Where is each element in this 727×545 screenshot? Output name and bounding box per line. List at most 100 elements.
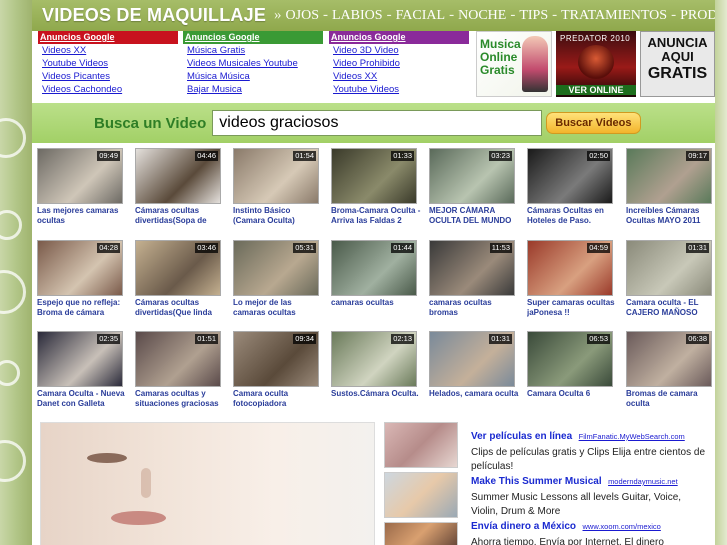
video-title-link[interactable]: Espejo que no refleja: Broma de cámara xyxy=(37,298,127,318)
video-thumbnail[interactable]: 02:50 xyxy=(527,148,613,204)
video-title-link[interactable]: MEJOR CÁMARA OCULTA DEL MUNDO xyxy=(429,206,519,226)
ad-link[interactable]: Videos Picantes xyxy=(38,70,178,83)
ad-link[interactable]: Video 3D Video xyxy=(329,44,469,57)
nav-facial[interactable]: FACIAL xyxy=(396,8,446,24)
search-input[interactable] xyxy=(212,110,543,136)
video-title-link[interactable]: Super camaras ocultas jaPonesa !! xyxy=(527,298,617,318)
ads-heading[interactable]: Anuncios Google xyxy=(38,31,178,44)
anuncia-aqui-banner[interactable]: ANUNCIA AQUI GRATIS xyxy=(640,31,715,97)
video-item[interactable]: 03:46 Cámaras ocultas divertidas(Que lind… xyxy=(135,240,225,318)
video-item[interactable]: 02:13 Sustos.Cámara Oculta. xyxy=(331,331,421,409)
side-thumbnail[interactable] xyxy=(384,422,458,468)
predator-banner[interactable]: PREDATOR 2010 VER ONLINE xyxy=(556,31,636,97)
video-item[interactable]: 09:34 Camara oculta fotocopiadora xyxy=(233,331,323,409)
video-thumbnail[interactable]: 01:33 xyxy=(331,148,417,204)
ad-link[interactable]: Bajar Musica xyxy=(183,83,323,96)
video-item[interactable]: 01:51 Camaras ocultas y situaciones graci… xyxy=(135,331,225,409)
nav-tips[interactable]: TIPS xyxy=(519,8,548,24)
site-title[interactable]: VIDEOS DE MAQUILLAJE xyxy=(42,5,266,26)
ad-link[interactable]: Video Prohibido xyxy=(329,57,469,70)
video-thumbnail[interactable]: 01:44 xyxy=(331,240,417,296)
video-title-link[interactable]: camaras ocultas bromas xyxy=(429,298,519,318)
video-title-link[interactable]: Camaras ocultas y situaciones graciosas xyxy=(135,389,225,409)
video-title-link[interactable]: Instinto Básico (Camara Oculta) xyxy=(233,206,323,226)
video-title-link[interactable]: Camara oculta fotocopiadora xyxy=(233,389,323,409)
ad-title-link[interactable]: Make This Summer Musical xyxy=(471,476,602,487)
video-item[interactable]: 04:46 Cámaras ocultas divertidas(Sopa de xyxy=(135,148,225,226)
nav-labios[interactable]: LABIOS xyxy=(332,8,383,24)
video-item[interactable]: 01:31 Helados, camara oculta xyxy=(429,331,519,409)
ad-link[interactable]: Música Gratis xyxy=(183,44,323,57)
ad-link[interactable]: Videos XX xyxy=(329,70,469,83)
video-title-link[interactable]: Broma-Camara Oculta - Arriva las Faldas … xyxy=(331,206,421,226)
ads-heading[interactable]: Anuncios Google xyxy=(329,31,469,44)
video-title-link[interactable]: Sustos.Cámara Oculta. xyxy=(331,389,421,409)
video-thumbnail[interactable]: 04:46 xyxy=(135,148,221,204)
video-title-link[interactable]: Cámaras Ocultas en Hoteles de Paso. xyxy=(527,206,617,226)
nav-productos[interactable]: PRODUCTOS xyxy=(680,8,715,24)
video-thumbnail[interactable]: 06:53 xyxy=(527,331,613,387)
video-thumbnail[interactable]: 01:31 xyxy=(626,240,712,296)
video-item[interactable]: 05:31 Lo mejor de las camaras ocultas xyxy=(233,240,323,318)
video-item[interactable]: 09:49 Las mejores camaras ocultas xyxy=(37,148,127,226)
video-title-link[interactable]: Helados, camara oculta xyxy=(429,389,519,409)
video-item[interactable]: 01:54 Instinto Básico (Camara Oculta) xyxy=(233,148,323,226)
search-button[interactable]: Buscar Videos xyxy=(546,112,641,134)
nav-noche[interactable]: NOCHE xyxy=(458,8,506,24)
video-thumbnail[interactable]: 02:35 xyxy=(37,331,123,387)
video-item[interactable]: 04:59 Super camaras ocultas jaPonesa !! xyxy=(527,240,617,318)
video-thumbnail[interactable]: 04:28 xyxy=(37,240,123,296)
ad-url-link[interactable]: FilmFanatic.MyWebSearch.com xyxy=(579,432,685,441)
video-thumbnail[interactable]: 09:49 xyxy=(37,148,123,204)
video-thumbnail[interactable]: 09:34 xyxy=(233,331,319,387)
side-thumbnail[interactable] xyxy=(384,472,458,518)
video-title-link[interactable]: Camara Oculta 6 xyxy=(527,389,617,409)
video-title-link[interactable]: Camara oculta - EL CAJERO MAÑOSO xyxy=(626,298,716,318)
ad-title-link[interactable]: Envía dinero a México xyxy=(471,521,576,532)
video-title-link[interactable]: Cámaras ocultas divertidas(Sopa de xyxy=(135,206,225,226)
side-thumbnail[interactable] xyxy=(384,522,458,545)
ad-url-link[interactable]: www.xoom.com/mexico xyxy=(583,522,661,531)
video-item[interactable]: 06:53 Camara Oculta 6 xyxy=(527,331,617,409)
ad-link[interactable]: Videos Cachondeo xyxy=(38,83,178,96)
video-thumbnail[interactable]: 05:31 xyxy=(233,240,319,296)
ads-heading[interactable]: Anuncios Google xyxy=(183,31,323,44)
video-thumbnail[interactable]: 04:59 xyxy=(527,240,613,296)
video-item[interactable]: 01:44 camaras ocultas xyxy=(331,240,421,318)
video-title-link[interactable]: Bromas de camara oculta xyxy=(626,389,716,409)
video-thumbnail[interactable]: 01:31 xyxy=(429,331,515,387)
nav-ojos[interactable]: OJOS xyxy=(286,8,319,24)
ad-url-link[interactable]: moderndaymusic.net xyxy=(608,477,678,486)
ad-link[interactable]: Música Música xyxy=(183,70,323,83)
video-title-link[interactable]: Las mejores camaras ocultas xyxy=(37,206,127,226)
ad-link[interactable]: Videos Musicales Youtube xyxy=(183,57,323,70)
video-thumbnail[interactable]: 03:46 xyxy=(135,240,221,296)
music-online-banner[interactable]: Musica Online Gratis xyxy=(476,31,552,97)
video-item[interactable]: 04:28 Espejo que no refleja: Broma de cám… xyxy=(37,240,127,318)
ad-link[interactable]: Videos XX xyxy=(38,44,178,57)
ad-title-link[interactable]: Ver películas en línea xyxy=(471,431,572,442)
video-title-link[interactable]: camaras ocultas xyxy=(331,298,421,318)
ad-link[interactable]: Youtube Videos xyxy=(329,83,469,96)
video-title-link[interactable]: Camara Oculta - Nueva Danet con Galleta xyxy=(37,389,127,409)
video-title-link[interactable]: Lo mejor de las camaras ocultas xyxy=(233,298,323,318)
video-title-link[interactable]: Increíbles Cámaras Ocultas MAYO 2011 xyxy=(626,206,716,226)
video-thumbnail[interactable]: 01:54 xyxy=(233,148,319,204)
video-thumbnail[interactable]: 03:23 xyxy=(429,148,515,204)
video-thumbnail[interactable]: 11:53 xyxy=(429,240,515,296)
video-item[interactable]: 09:17 Increíbles Cámaras Ocultas MAYO 201… xyxy=(626,148,716,226)
video-thumbnail[interactable]: 06:38 xyxy=(626,331,712,387)
video-item[interactable]: 01:33 Broma-Camara Oculta - Arriva las Fa… xyxy=(331,148,421,226)
ad-link[interactable]: Youtube Videos xyxy=(38,57,178,70)
video-thumbnail[interactable]: 09:17 xyxy=(626,148,712,204)
video-thumbnail[interactable]: 01:51 xyxy=(135,331,221,387)
video-item[interactable]: 03:23 MEJOR CÁMARA OCULTA DEL MUNDO xyxy=(429,148,519,226)
video-thumbnail[interactable]: 02:13 xyxy=(331,331,417,387)
video-item[interactable]: 01:31 Camara oculta - EL CAJERO MAÑOSO xyxy=(626,240,716,318)
nav-tratamientos[interactable]: TRATAMIENTOS xyxy=(561,8,667,24)
video-item[interactable]: 06:38 Bromas de camara oculta xyxy=(626,331,716,409)
video-item[interactable]: 02:35 Camara Oculta - Nueva Danet con Gal… xyxy=(37,331,127,409)
video-item[interactable]: 02:50 Cámaras Ocultas en Hoteles de Paso. xyxy=(527,148,617,226)
video-title-link[interactable]: Cámaras ocultas divertidas(Que linda xyxy=(135,298,225,318)
video-item[interactable]: 11:53 camaras ocultas bromas xyxy=(429,240,519,318)
